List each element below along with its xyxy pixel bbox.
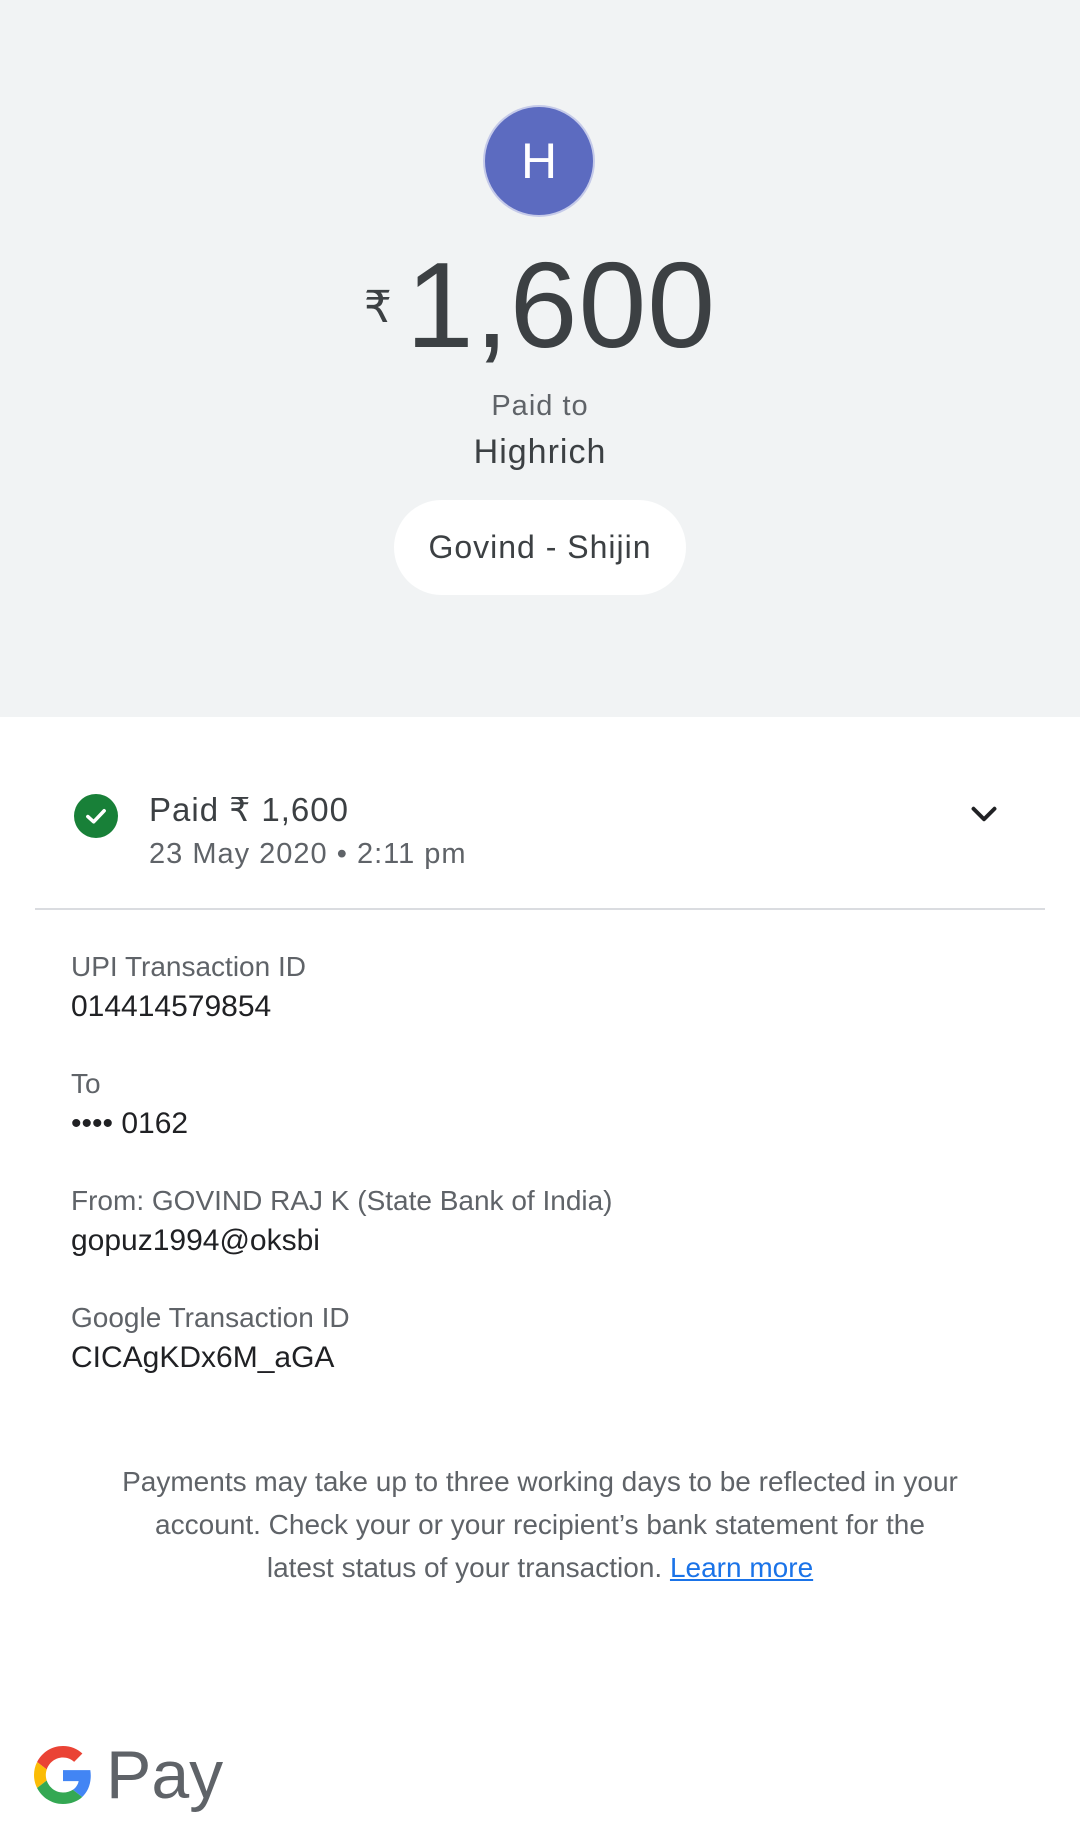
to-label: To	[71, 1068, 101, 1099]
from-label: From: GOVIND RAJ K (State Bank of India)	[71, 1185, 613, 1216]
google-g-icon	[34, 1746, 91, 1804]
payment-disclaimer: Payments may take up to three working da…	[120, 1460, 960, 1589]
learn-more-link[interactable]: Learn more	[670, 1552, 813, 1583]
payee-name: Highrich	[473, 433, 607, 471]
payment-status-row[interactable]: Paid ₹ 1,600 23 May 2020 • 2:11 pm	[0, 770, 1080, 910]
divider	[35, 908, 1045, 910]
avatar-letter: H	[520, 133, 558, 189]
from-upi-id-value: gopuz1994@oksbi	[71, 1224, 320, 1257]
currency-symbol: ₹	[363, 283, 392, 332]
payment-amount: 1,600	[405, 237, 717, 373]
google-transaction-id-value: CICAgKDx6M_aGA	[71, 1341, 335, 1374]
google-pay-logo: Pay	[34, 1735, 223, 1815]
payment-note-chip: Govind - Shijin	[394, 500, 686, 595]
disclaimer-text: Payments may take up to three working da…	[122, 1466, 958, 1583]
upi-transaction-id-label: UPI Transaction ID	[71, 951, 306, 982]
transaction-details-page: H ₹ 1,600 Paid to Highrich Govind - Shij…	[0, 0, 1080, 1846]
check-circle-icon	[74, 794, 118, 838]
paid-to-label: Paid to	[491, 390, 589, 422]
pay-wordmark: Pay	[106, 1737, 224, 1813]
payment-note: Govind - Shijin	[428, 529, 652, 565]
google-transaction-id-label: Google Transaction ID	[71, 1302, 350, 1333]
to-account-value: •••• 0162	[71, 1107, 189, 1140]
amount-display: ₹ 1,600	[0, 240, 1080, 370]
status-date: 23 May 2020 • 2:11 pm	[149, 838, 467, 870]
chevron-down-icon[interactable]	[966, 796, 1002, 832]
payee-avatar[interactable]: H	[485, 107, 593, 215]
payment-summary-header: H ₹ 1,600 Paid to Highrich Govind - Shij…	[0, 0, 1080, 717]
status-title: Paid ₹ 1,600	[149, 791, 349, 828]
upi-transaction-id-value: 014414579854	[71, 990, 272, 1023]
